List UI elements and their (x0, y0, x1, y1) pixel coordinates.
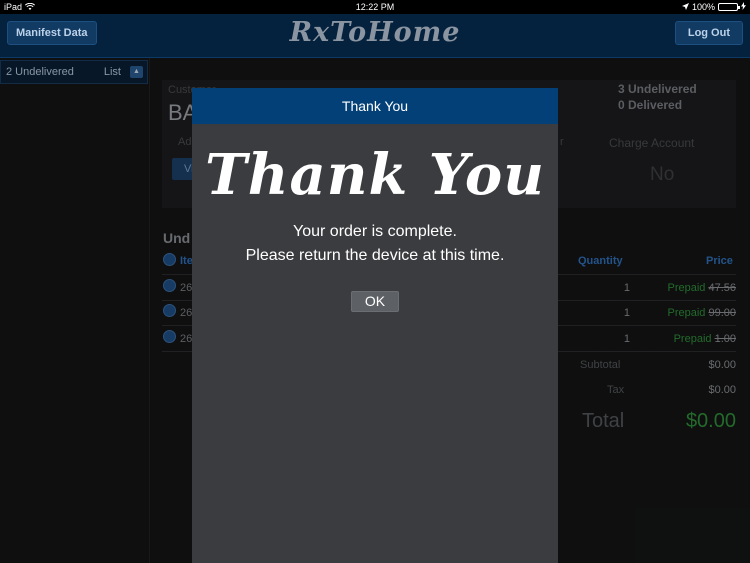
charging-icon (741, 2, 746, 12)
app-logo: RxToHome (289, 17, 461, 48)
return-device-message: Please return the device at this time. (245, 247, 505, 264)
status-time: 12:22 PM (355, 2, 395, 12)
thank-you-script-text: Thank You (205, 142, 545, 208)
battery-percent: 100% (691, 2, 715, 12)
thank-you-dialog: Thank You Thank You Your order is comple… (192, 88, 558, 563)
battery-icon (718, 3, 740, 11)
status-right: 100% (681, 2, 746, 12)
location-arrow-icon (681, 2, 689, 12)
ok-button[interactable]: OK (351, 291, 399, 312)
status-bar: iPad 12:22 PM 100% (0, 0, 750, 14)
log-out-button[interactable]: Log Out (674, 21, 743, 45)
order-complete-message: Your order is complete. (293, 223, 457, 240)
dialog-title: Thank You (192, 88, 558, 124)
app-header: Manifest Data RxToHome Log Out (0, 14, 750, 58)
